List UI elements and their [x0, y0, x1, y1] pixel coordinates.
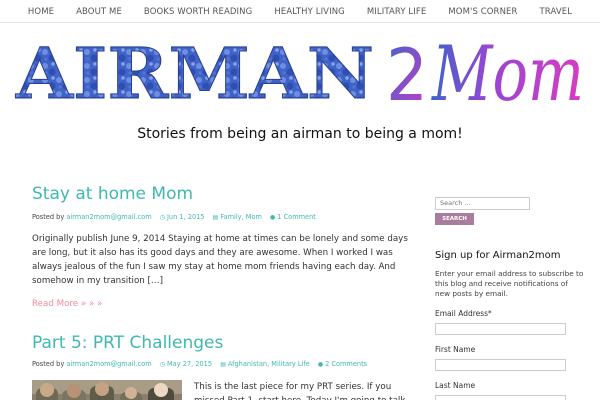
last-name-field[interactable]	[435, 394, 566, 400]
site-tagline: Stories from being an airman to being a …	[137, 126, 463, 142]
nav-item-home[interactable]: HOME	[17, 7, 65, 17]
soldiers-photo	[32, 380, 182, 400]
first-name-field[interactable]	[435, 358, 566, 371]
clock-icon: ◷	[159, 361, 165, 368]
nav-item-healthy-living[interactable]: HEALTHY LIVING	[263, 7, 356, 17]
site-logo[interactable]: AIRMAN 2 Mom	[14, 34, 588, 110]
post-title[interactable]: Part 5: PRT Challenges	[32, 333, 412, 353]
post-author-link[interactable]: airman2mom@gmail.com	[66, 213, 151, 221]
post-meta: Posted by airman2mom@gmail.com ◷ Jun 1, 2…	[32, 212, 412, 223]
logo-text-two: 2	[386, 34, 428, 110]
post-meta: Posted by airman2mom@gmail.com ◷ May 27, …	[32, 359, 412, 370]
post-prt-challenges: Part 5: PRT Challenges Posted by airman2…	[32, 333, 412, 400]
nav-item-about-me[interactable]: ABOUT ME	[65, 7, 133, 17]
read-more-link[interactable]: Read More » » »	[32, 299, 102, 309]
first-name-label: First Name	[435, 344, 476, 354]
post-excerpt: This is the last piece for my PRT series…	[194, 382, 405, 400]
nav-item-travel[interactable]: TRAVEL	[529, 7, 584, 17]
post-thumbnail-image[interactable]	[32, 380, 182, 400]
logo-text-mom: Mom	[430, 34, 584, 110]
folder-icon: ▤	[212, 214, 219, 221]
folder-icon: ▤	[220, 361, 226, 368]
post-title[interactable]: Stay at home Mom	[32, 184, 412, 204]
nav-item-books-worth-reading[interactable]: BOOKS WORTH READING	[133, 7, 263, 17]
signup-title: Sign up for Airman2mom	[435, 249, 561, 261]
comment-icon: ●	[317, 361, 324, 368]
signup-description: Enter your email address to subscribe to…	[435, 268, 584, 298]
comment-icon: ●	[270, 214, 276, 221]
post-author-link[interactable]: airman2mom@gmail.com	[66, 360, 151, 368]
posted-by-label: Posted by	[32, 213, 65, 221]
post-body: This is the last piece for my PRT series…	[32, 380, 412, 400]
email-label: Email Address*	[435, 308, 492, 318]
search-button[interactable]: SEARCH	[435, 212, 474, 225]
post-stay-at-home-mom: Stay at home Mom Posted by airman2mom@gm…	[32, 184, 412, 310]
top-navigation: HOME ABOUT ME BOOKS WORTH READING HEALTH…	[0, 0, 600, 23]
logo-graphic: AIRMAN 2 Mom	[14, 34, 584, 110]
post-comments-link[interactable]: 2 Comments	[325, 360, 367, 368]
nav-item-military-life[interactable]: MILITARY LIFE	[356, 7, 438, 17]
nav-item-moms-corner[interactable]: MOM'S CORNER	[437, 7, 528, 17]
logo-text-airman: AIRMAN	[15, 34, 374, 110]
post-categories-link[interactable]: Family, Mom	[220, 213, 262, 221]
post-date-link[interactable]: Jun 1, 2015	[167, 213, 205, 221]
posted-by-label: Posted by	[32, 360, 65, 368]
post-date-link[interactable]: May 27, 2015	[167, 360, 212, 368]
email-field[interactable]	[435, 322, 566, 335]
post-excerpt: Originally publish June 9, 2014 Staying …	[32, 234, 408, 286]
last-name-label: Last Name	[435, 380, 476, 390]
clock-icon: ◷	[159, 214, 165, 221]
post-comments-link[interactable]: 1 Comment	[277, 213, 316, 221]
post-categories-link[interactable]: Afghanistan, Military Life	[228, 360, 310, 368]
sidebar: SEARCH Sign up for Airman2mom Enter your…	[435, 190, 585, 400]
search-input[interactable]	[435, 196, 530, 210]
